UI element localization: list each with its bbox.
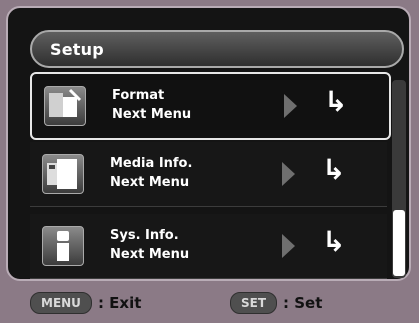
menu-key-badge: MENU <box>30 292 92 314</box>
menu-item-media-info[interactable]: Media Info. Next Menu ↳ <box>30 142 387 207</box>
set-label: : Set <box>283 294 323 312</box>
menu-item-title: Sys. Info. <box>110 228 179 243</box>
camera-setup-screen: Setup Format Next Menu ↳ Media Info. Nex… <box>6 6 411 281</box>
media-info-icon <box>42 154 84 194</box>
set-key-badge: SET <box>230 292 278 314</box>
footer-exit-hint: MENU : Exit <box>30 292 141 314</box>
menu-item-format[interactable]: Format Next Menu ↳ <box>30 72 391 140</box>
footer-set-hint: SET : Set <box>230 292 322 314</box>
menu-item-subtitle: Next Menu <box>110 247 190 262</box>
enter-arrow-icon: ↳ <box>322 225 346 258</box>
exit-label: : Exit <box>97 294 142 312</box>
system-info-icon <box>42 226 84 266</box>
enter-arrow-icon: ↳ <box>322 153 346 186</box>
setup-title-bar: Setup <box>30 30 404 68</box>
menu-item-subtitle: Next Menu <box>110 175 190 190</box>
menu-item-title: Media Info. <box>110 156 193 171</box>
enter-arrow-icon: ↳ <box>324 85 348 118</box>
scrollbar[interactable] <box>392 80 406 278</box>
scrollbar-thumb[interactable] <box>393 210 405 276</box>
page-title: Setup <box>50 40 104 59</box>
menu-item-subtitle: Next Menu <box>112 107 192 122</box>
chevron-right-icon <box>282 234 295 258</box>
chevron-right-icon <box>282 162 295 186</box>
menu-item-system-info[interactable]: Sys. Info. Next Menu ↳ <box>30 214 387 279</box>
chevron-right-icon <box>284 94 297 118</box>
menu-item-title: Format <box>112 88 165 103</box>
format-icon <box>44 86 86 126</box>
